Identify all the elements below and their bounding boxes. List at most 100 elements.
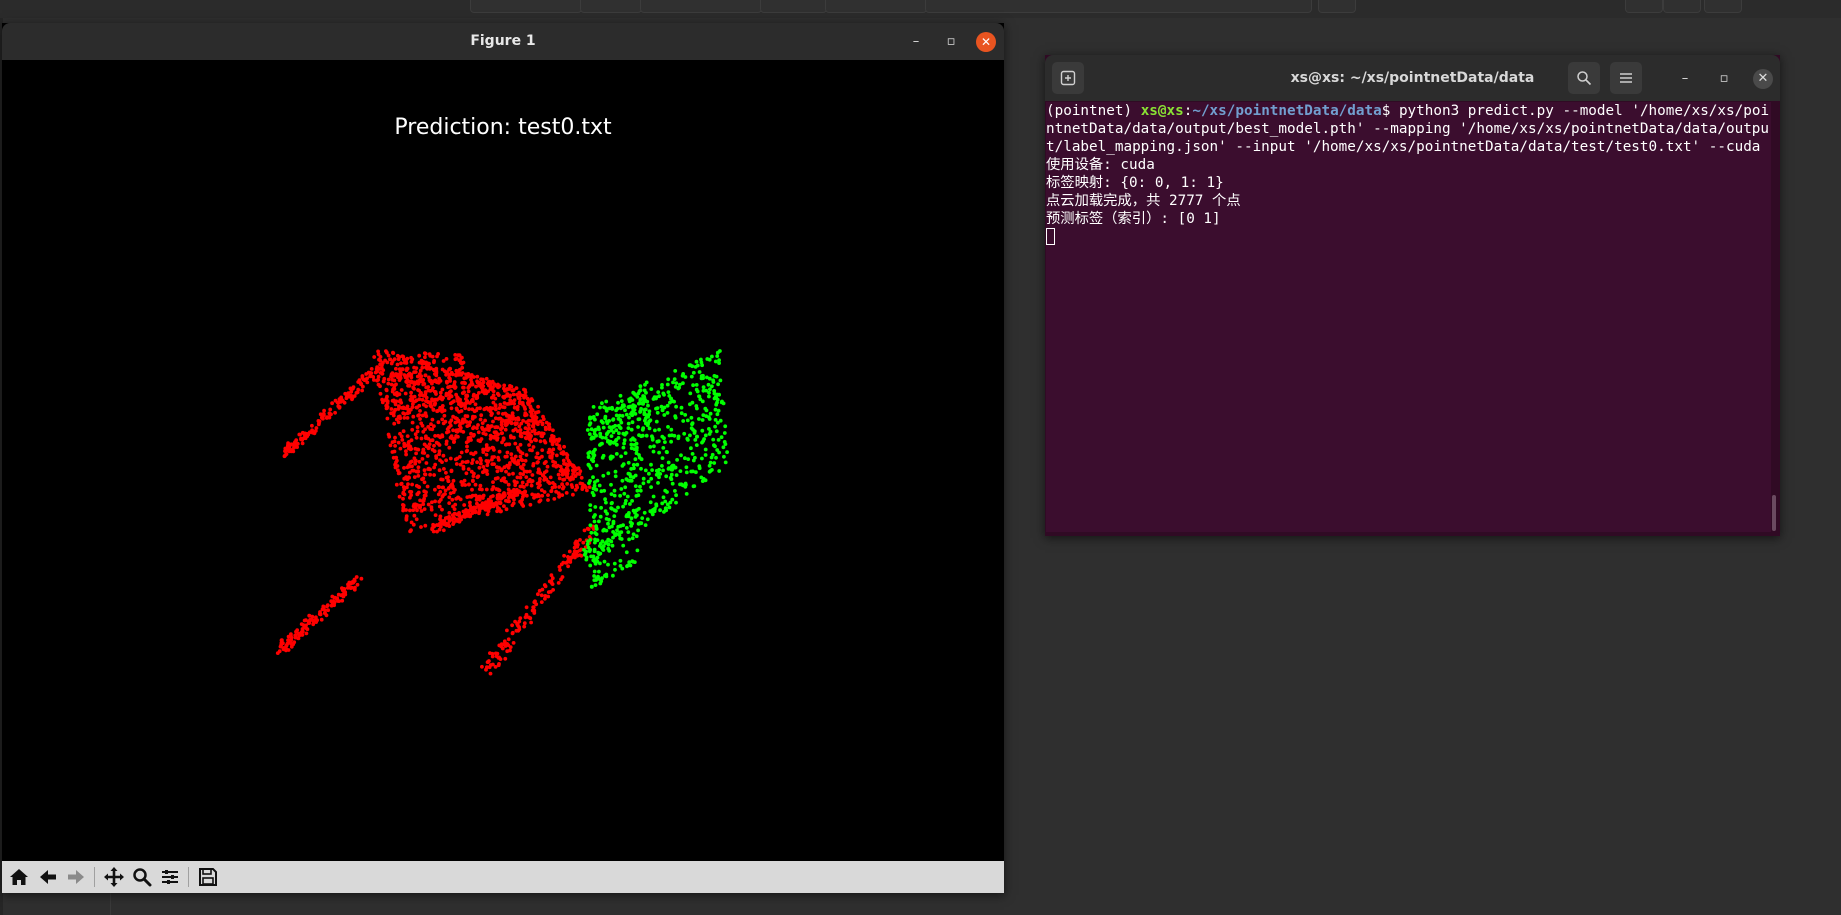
green-point (627, 511, 631, 515)
red-point (286, 441, 290, 445)
forward-arrow-icon[interactable] (65, 866, 87, 888)
red-point (398, 446, 403, 451)
maximize-button[interactable]: ▫ (1714, 69, 1734, 89)
red-point (426, 502, 431, 507)
red-point (503, 394, 508, 399)
green-point (618, 418, 623, 422)
terminal-scrollbar[interactable] (1772, 495, 1776, 531)
red-point (310, 423, 314, 428)
red-point (437, 408, 442, 412)
green-point (689, 446, 693, 451)
minimize-button[interactable]: – (1675, 69, 1695, 89)
green-point (612, 514, 617, 518)
red-point (543, 596, 547, 601)
red-point (333, 398, 338, 403)
red-point (531, 424, 536, 429)
red-point (411, 522, 416, 527)
red-point (493, 403, 498, 408)
red-point (488, 651, 492, 655)
minimize-button[interactable]: – (906, 32, 926, 52)
red-point (393, 435, 397, 440)
red-point (357, 378, 362, 383)
red-point (420, 423, 425, 428)
red-point (495, 476, 500, 480)
green-point (703, 453, 708, 457)
red-point (473, 415, 477, 419)
maximize-button[interactable]: ▫ (941, 32, 961, 52)
green-point (595, 478, 600, 483)
background-tab (580, 0, 642, 13)
green-point (662, 413, 667, 417)
terminal-output[interactable]: (pointnet) xs@xs:~/xs/pointnetData/data$… (1046, 102, 1771, 532)
red-point (412, 513, 417, 518)
red-point (557, 485, 562, 489)
close-button[interactable]: ✕ (1753, 69, 1773, 89)
red-point (436, 441, 440, 446)
red-point (430, 388, 435, 392)
red-point (462, 380, 466, 385)
red-point (289, 635, 293, 639)
red-point (536, 404, 540, 409)
red-point (401, 429, 406, 434)
green-point (591, 405, 596, 409)
red-point (480, 664, 484, 669)
red-point (432, 359, 436, 363)
green-point (610, 543, 615, 548)
zoom-icon[interactable] (131, 866, 153, 888)
red-point (511, 501, 516, 506)
red-point (376, 352, 381, 357)
red-point (539, 593, 544, 598)
red-point (539, 600, 544, 604)
configure-subplots-icon[interactable] (159, 866, 181, 888)
red-point (578, 481, 583, 486)
save-icon[interactable] (197, 866, 219, 888)
green-point (650, 468, 654, 472)
green-point (665, 450, 669, 455)
red-point (451, 522, 455, 526)
red-point (447, 445, 452, 450)
red-point (401, 354, 406, 359)
green-point (703, 433, 708, 438)
red-point (528, 405, 533, 410)
red-point (414, 451, 418, 456)
green-point (649, 387, 654, 391)
toolbar-separator (94, 867, 95, 887)
green-point (657, 427, 661, 432)
red-point (496, 411, 501, 415)
close-button[interactable]: ✕ (976, 32, 996, 52)
red-point (510, 623, 514, 628)
green-point (716, 438, 721, 442)
red-point (389, 411, 393, 416)
home-icon[interactable] (8, 866, 30, 888)
red-point (451, 478, 456, 483)
red-point (484, 406, 489, 410)
red-point (392, 378, 397, 383)
menu-button[interactable] (1610, 62, 1642, 94)
green-point (690, 452, 695, 456)
red-point (402, 466, 406, 470)
green-point (643, 382, 647, 387)
green-point (710, 384, 714, 389)
green-point (713, 444, 717, 449)
green-point (715, 350, 720, 355)
green-point (643, 468, 648, 473)
green-point (629, 516, 634, 521)
red-point (424, 490, 428, 495)
search-button[interactable] (1568, 62, 1600, 94)
green-point (653, 428, 657, 433)
green-point (582, 548, 586, 552)
green-point (628, 502, 632, 506)
red-point (566, 564, 570, 569)
figure-titlebar[interactable]: Figure 1 – ▫ ✕ (2, 23, 1004, 60)
red-point (416, 469, 421, 473)
green-point (657, 450, 661, 455)
back-arrow-icon[interactable] (37, 866, 59, 888)
green-point (667, 433, 672, 438)
green-point (633, 412, 638, 416)
plot-canvas[interactable]: Prediction: test0.txt (2, 60, 1004, 883)
red-point (521, 462, 526, 467)
pan-icon[interactable] (103, 866, 125, 888)
red-point (499, 431, 504, 436)
red-point (524, 420, 529, 424)
terminal-titlebar[interactable]: xs@xs: ~/xs/pointnetData/data – ▫ ✕ (1045, 55, 1780, 101)
